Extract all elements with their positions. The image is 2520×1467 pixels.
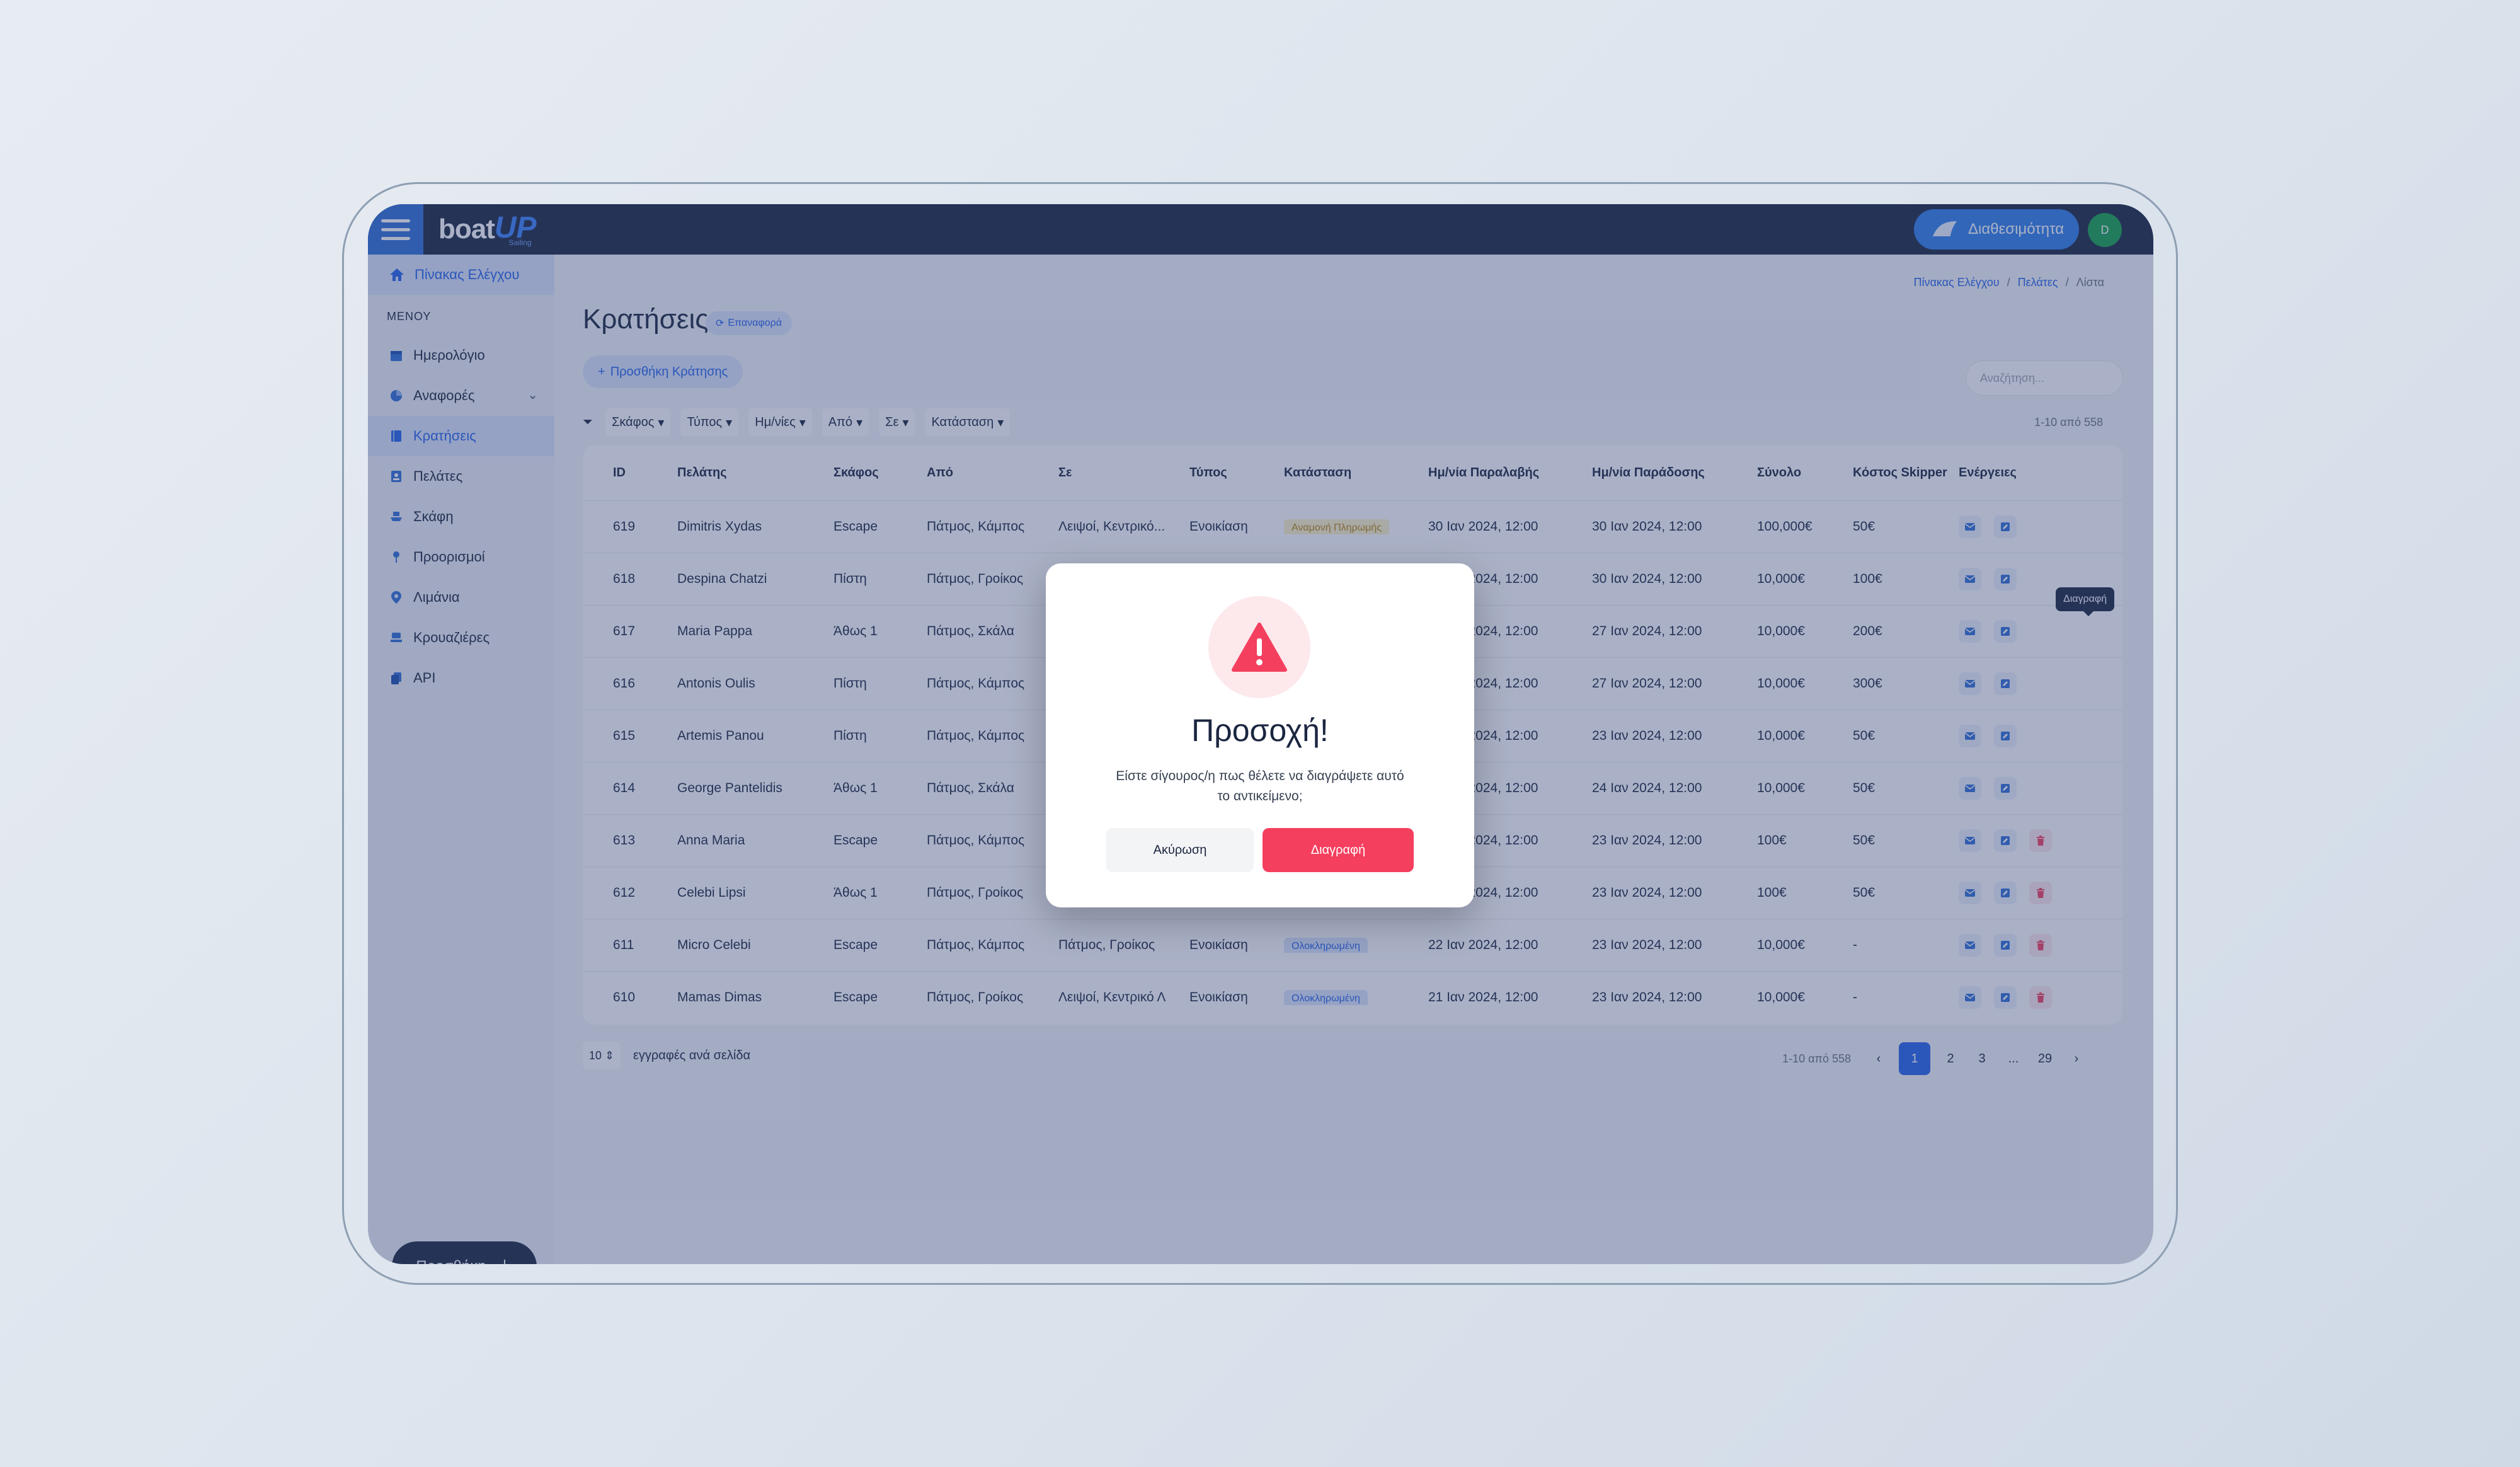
app-screen: boat UP Sailing Διαθεσιμότητα D Πίνακας … — [368, 204, 2153, 1264]
confirm-delete-dialog: Προσοχή! Είστε σίγουρος/η πως θέλετε να … — [1046, 563, 1474, 907]
dialog-title: Προσοχή! — [1191, 713, 1329, 748]
dialog-message: Είστε σίγουρος/η πως θέλετε να διαγράψετ… — [1116, 769, 1404, 803]
cancel-button[interactable]: Ακύρωση — [1106, 828, 1254, 872]
delete-confirm-button[interactable]: Διαγραφή — [1263, 828, 1414, 872]
warning-badge — [1208, 596, 1310, 698]
warning-triangle-icon — [1232, 623, 1287, 672]
